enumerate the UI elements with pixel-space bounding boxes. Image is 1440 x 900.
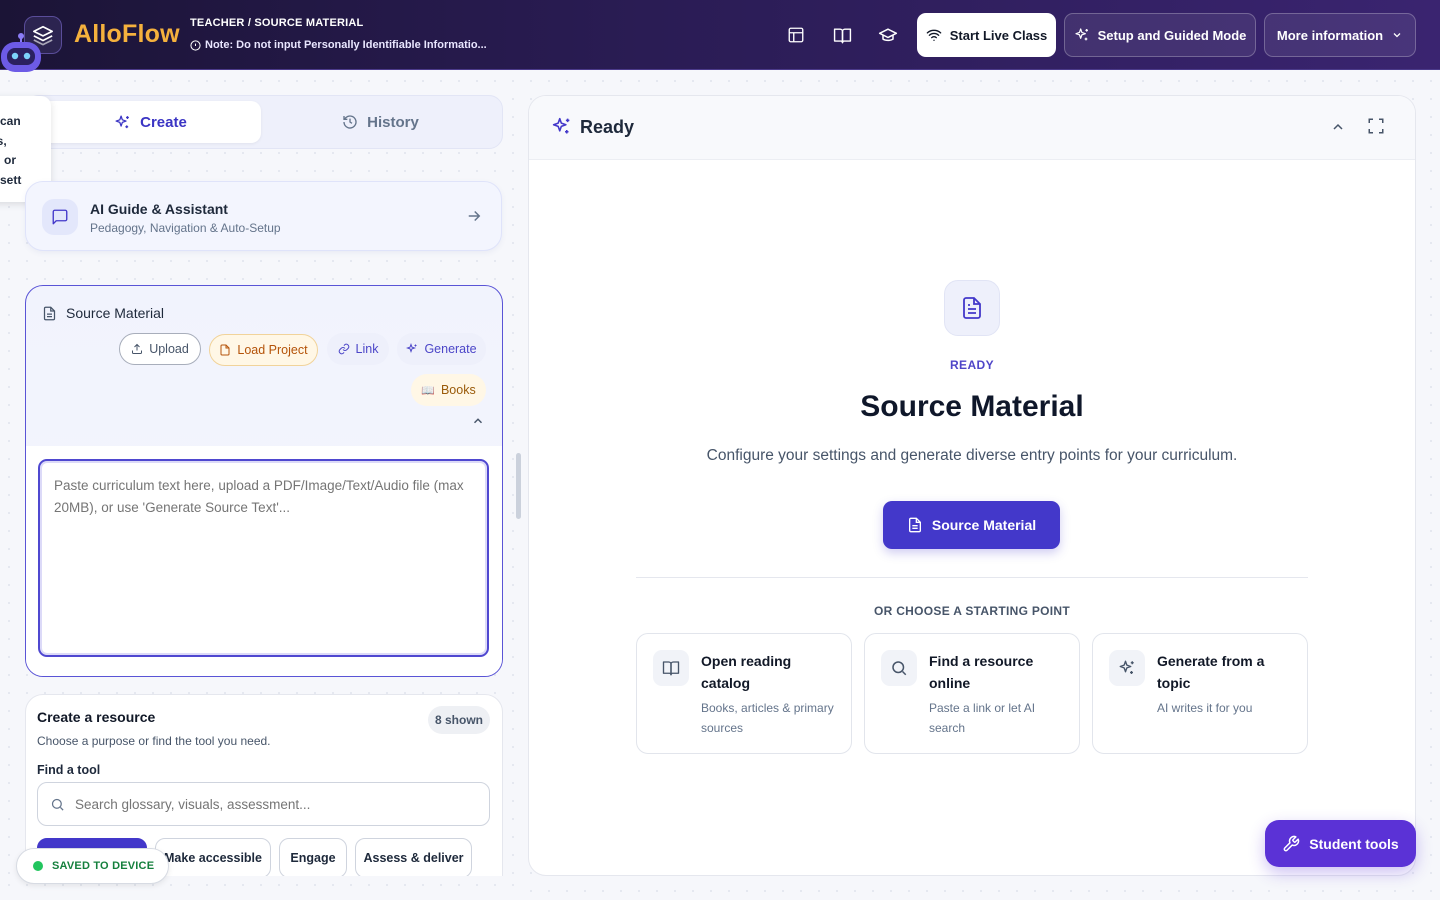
main-panel-header bbox=[529, 96, 1415, 160]
ai-guide-title: AI Guide & Assistant bbox=[90, 201, 228, 217]
book-open-icon[interactable] bbox=[831, 24, 853, 46]
tooltip-line: can bbox=[0, 114, 21, 128]
status-dot-icon bbox=[33, 861, 43, 871]
chevron-up-icon[interactable] bbox=[1330, 119, 1346, 140]
file-text-icon bbox=[43, 306, 56, 320]
tab-history-label: History bbox=[367, 113, 419, 131]
books-button[interactable]: 📖 Books bbox=[411, 374, 486, 406]
page-description: Configure your settings and generate div… bbox=[706, 447, 1238, 464]
source-material-header: Source Material bbox=[42, 305, 164, 321]
filter-make-accessible[interactable]: Make accessible bbox=[155, 838, 271, 878]
more-information-label: More information bbox=[1276, 27, 1384, 43]
generate-label: Generate bbox=[424, 342, 477, 356]
tab-create-label: Create bbox=[140, 113, 187, 131]
start-live-class-label: Start Live Class bbox=[949, 27, 1048, 43]
books-emoji-icon: 📖 bbox=[421, 384, 435, 397]
starting-point-title: Open reading catalog bbox=[701, 653, 792, 691]
tool-count-badge: 8 shown bbox=[428, 706, 490, 734]
tab-history[interactable]: History bbox=[270, 101, 491, 143]
wifi-icon bbox=[926, 29, 942, 41]
source-text-input[interactable] bbox=[38, 459, 489, 657]
filter-engage[interactable]: Engage bbox=[279, 838, 347, 878]
books-label: Books bbox=[440, 383, 476, 397]
starting-point-subtitle: Books, articles & primary sources bbox=[701, 701, 834, 735]
chevron-down-icon bbox=[1393, 33, 1401, 38]
source-material-button[interactable]: Source Material bbox=[883, 501, 1060, 549]
layout-icon[interactable] bbox=[785, 24, 807, 46]
search-icon bbox=[51, 798, 64, 811]
brand-name: AlloFlow bbox=[74, 20, 180, 48]
file-icon bbox=[220, 344, 230, 356]
starting-point-subtitle: Paste a link or let AI search bbox=[929, 701, 1036, 735]
tab-create[interactable]: Create bbox=[40, 101, 261, 143]
pii-note: Note: Do not input Personally Identifiab… bbox=[190, 39, 487, 51]
tooltip-line: u, or bbox=[0, 153, 16, 167]
more-information-button[interactable]: More information bbox=[1264, 13, 1416, 57]
search-icon bbox=[881, 650, 917, 686]
file-text-icon bbox=[944, 280, 1000, 336]
main-panel bbox=[528, 95, 1416, 876]
create-resource-subtitle: Choose a purpose or find the tool you ne… bbox=[37, 734, 271, 748]
upload-icon bbox=[132, 343, 143, 354]
file-text-icon bbox=[908, 517, 921, 533]
history-icon bbox=[343, 115, 357, 129]
maximize-icon[interactable] bbox=[1367, 117, 1385, 140]
panel-status-title: Ready bbox=[580, 117, 635, 137]
setup-guided-mode-label: Setup and Guided Mode bbox=[1097, 27, 1247, 43]
student-tools-label: Student tools bbox=[1309, 835, 1399, 852]
find-tool-label: Find a tool bbox=[37, 763, 101, 777]
tool-search-input[interactable] bbox=[75, 796, 455, 812]
sparkles-icon bbox=[115, 114, 130, 128]
create-resource-title: Create a resource bbox=[37, 709, 156, 725]
sparkles-icon bbox=[1075, 28, 1088, 41]
saved-status-badge: SAVED TO DEVICE bbox=[16, 848, 169, 884]
saved-status-label: SAVED TO DEVICE bbox=[52, 860, 155, 872]
link-button[interactable]: Link bbox=[327, 333, 389, 365]
ai-guide-subtitle: Pedagogy, Navigation & Auto-Setup bbox=[90, 221, 281, 235]
chevron-up-icon[interactable] bbox=[471, 414, 485, 433]
generate-button[interactable]: Generate bbox=[397, 333, 486, 365]
wrench-icon bbox=[1283, 835, 1300, 851]
message-square-icon bbox=[42, 199, 78, 235]
book-open-icon bbox=[653, 650, 689, 686]
link-label: Link bbox=[355, 342, 379, 356]
sparkles-icon bbox=[1109, 650, 1145, 686]
sparkles-icon bbox=[551, 116, 572, 142]
start-live-class-button[interactable]: Start Live Class bbox=[917, 13, 1056, 57]
starting-point-label: OR CHOOSE A STARTING POINT bbox=[873, 604, 1071, 618]
pii-note-text: Note: Do not input Personally Identifiab… bbox=[205, 39, 487, 51]
filter-assess-deliver[interactable]: Assess & deliver bbox=[355, 838, 472, 878]
panel-resize-handle[interactable] bbox=[516, 453, 521, 519]
info-icon bbox=[190, 39, 201, 51]
tooltip-line: es, bbox=[0, 133, 7, 148]
upload-label: Upload bbox=[149, 342, 189, 356]
starting-point-title: Generate from a topic bbox=[1157, 653, 1265, 691]
source-material-button-label: Source Material bbox=[931, 517, 1037, 533]
breadcrumb: TEACHER / SOURCE MATERIAL bbox=[190, 17, 364, 29]
upload-button[interactable]: Upload bbox=[119, 333, 201, 365]
robot-mascot-icon[interactable] bbox=[0, 30, 44, 74]
link-icon bbox=[338, 343, 349, 355]
student-tools-button[interactable]: Student tools bbox=[1265, 820, 1416, 867]
divider bbox=[636, 577, 1308, 578]
starting-point-subtitle: AI writes it for you bbox=[1157, 701, 1253, 715]
arrow-right-icon bbox=[465, 207, 483, 230]
load-project-label: Load Project bbox=[237, 343, 308, 357]
setup-guided-mode-button[interactable]: Setup and Guided Mode bbox=[1064, 13, 1256, 57]
sparkles-icon bbox=[406, 343, 417, 354]
tool-search-box bbox=[37, 782, 490, 826]
graduation-cap-icon[interactable] bbox=[877, 24, 899, 46]
load-project-button[interactable]: Load Project bbox=[209, 334, 318, 366]
page-title: Source Material bbox=[860, 390, 1084, 423]
starting-point-title: Find a resource online bbox=[929, 653, 1034, 691]
source-material-title: Source Material bbox=[66, 305, 165, 321]
status-kicker: READY bbox=[949, 358, 994, 372]
